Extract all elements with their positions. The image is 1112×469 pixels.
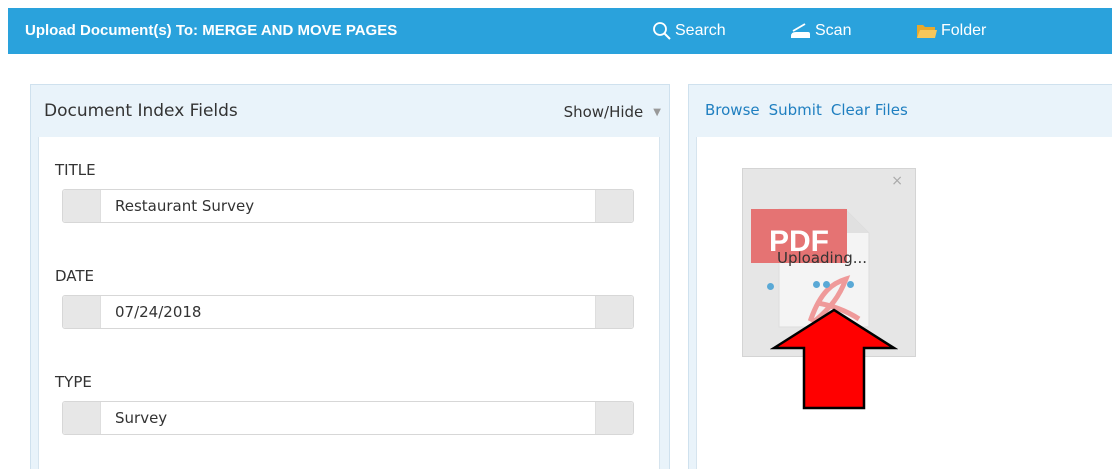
folder-icon bbox=[916, 22, 938, 40]
panel-header: Document Index Fields Show/Hide ▼ bbox=[31, 85, 669, 137]
type-input[interactable] bbox=[101, 402, 595, 434]
title-field bbox=[62, 189, 634, 223]
type-field-right-addon[interactable] bbox=[595, 402, 633, 434]
progress-dot bbox=[847, 281, 854, 288]
search-icon bbox=[652, 21, 672, 41]
document-index-fields-panel: Document Index Fields Show/Hide ▼ TITLE … bbox=[30, 84, 670, 469]
upload-actions: Browse Submit Clear Files bbox=[705, 101, 917, 119]
clear-files-link[interactable]: Clear Files bbox=[831, 101, 908, 119]
type-field-left-addon bbox=[63, 402, 101, 434]
search-button[interactable]: Search bbox=[652, 8, 726, 54]
header: Upload Document(s) To: MERGE AND MOVE PA… bbox=[0, 0, 1112, 63]
panel-title: Document Index Fields bbox=[44, 101, 238, 121]
scan-label: Scan bbox=[815, 22, 852, 39]
title-field-label: TITLE bbox=[55, 161, 96, 179]
red-arrow-annotation bbox=[769, 308, 899, 416]
upload-destination-title: Upload Document(s) To: MERGE AND MOVE PA… bbox=[25, 22, 398, 39]
scanner-icon bbox=[788, 21, 812, 41]
progress-dot bbox=[767, 283, 774, 290]
submit-link[interactable]: Submit bbox=[769, 101, 822, 119]
progress-dot bbox=[823, 281, 830, 288]
upload-status: Uploading... bbox=[777, 249, 868, 267]
type-field bbox=[62, 401, 634, 435]
title-input[interactable] bbox=[101, 190, 595, 222]
show-hide-toggle[interactable]: Show/Hide ▼ bbox=[564, 103, 661, 121]
date-field-right-addon[interactable] bbox=[595, 296, 633, 328]
type-field-label: TYPE bbox=[55, 373, 92, 391]
title-field-right-addon[interactable] bbox=[595, 190, 633, 222]
header-bar: Upload Document(s) To: MERGE AND MOVE PA… bbox=[8, 8, 1112, 54]
caret-down-icon: ▼ bbox=[653, 106, 661, 118]
date-field-left-addon bbox=[63, 296, 101, 328]
folder-button[interactable]: Folder bbox=[916, 8, 986, 54]
date-input[interactable] bbox=[101, 296, 595, 328]
date-field bbox=[62, 295, 634, 329]
show-hide-label: Show/Hide bbox=[563, 103, 644, 121]
title-field-left-addon bbox=[63, 190, 101, 222]
folder-label: Folder bbox=[941, 22, 987, 39]
fields-body: TITLE DATE TYPE bbox=[38, 137, 660, 469]
search-label: Search bbox=[675, 22, 726, 39]
remove-file-icon[interactable]: × bbox=[891, 173, 903, 189]
scan-button[interactable]: Scan bbox=[788, 8, 851, 54]
date-field-label: DATE bbox=[55, 267, 95, 285]
browse-link[interactable]: Browse bbox=[705, 101, 760, 119]
progress-dot bbox=[813, 281, 820, 288]
